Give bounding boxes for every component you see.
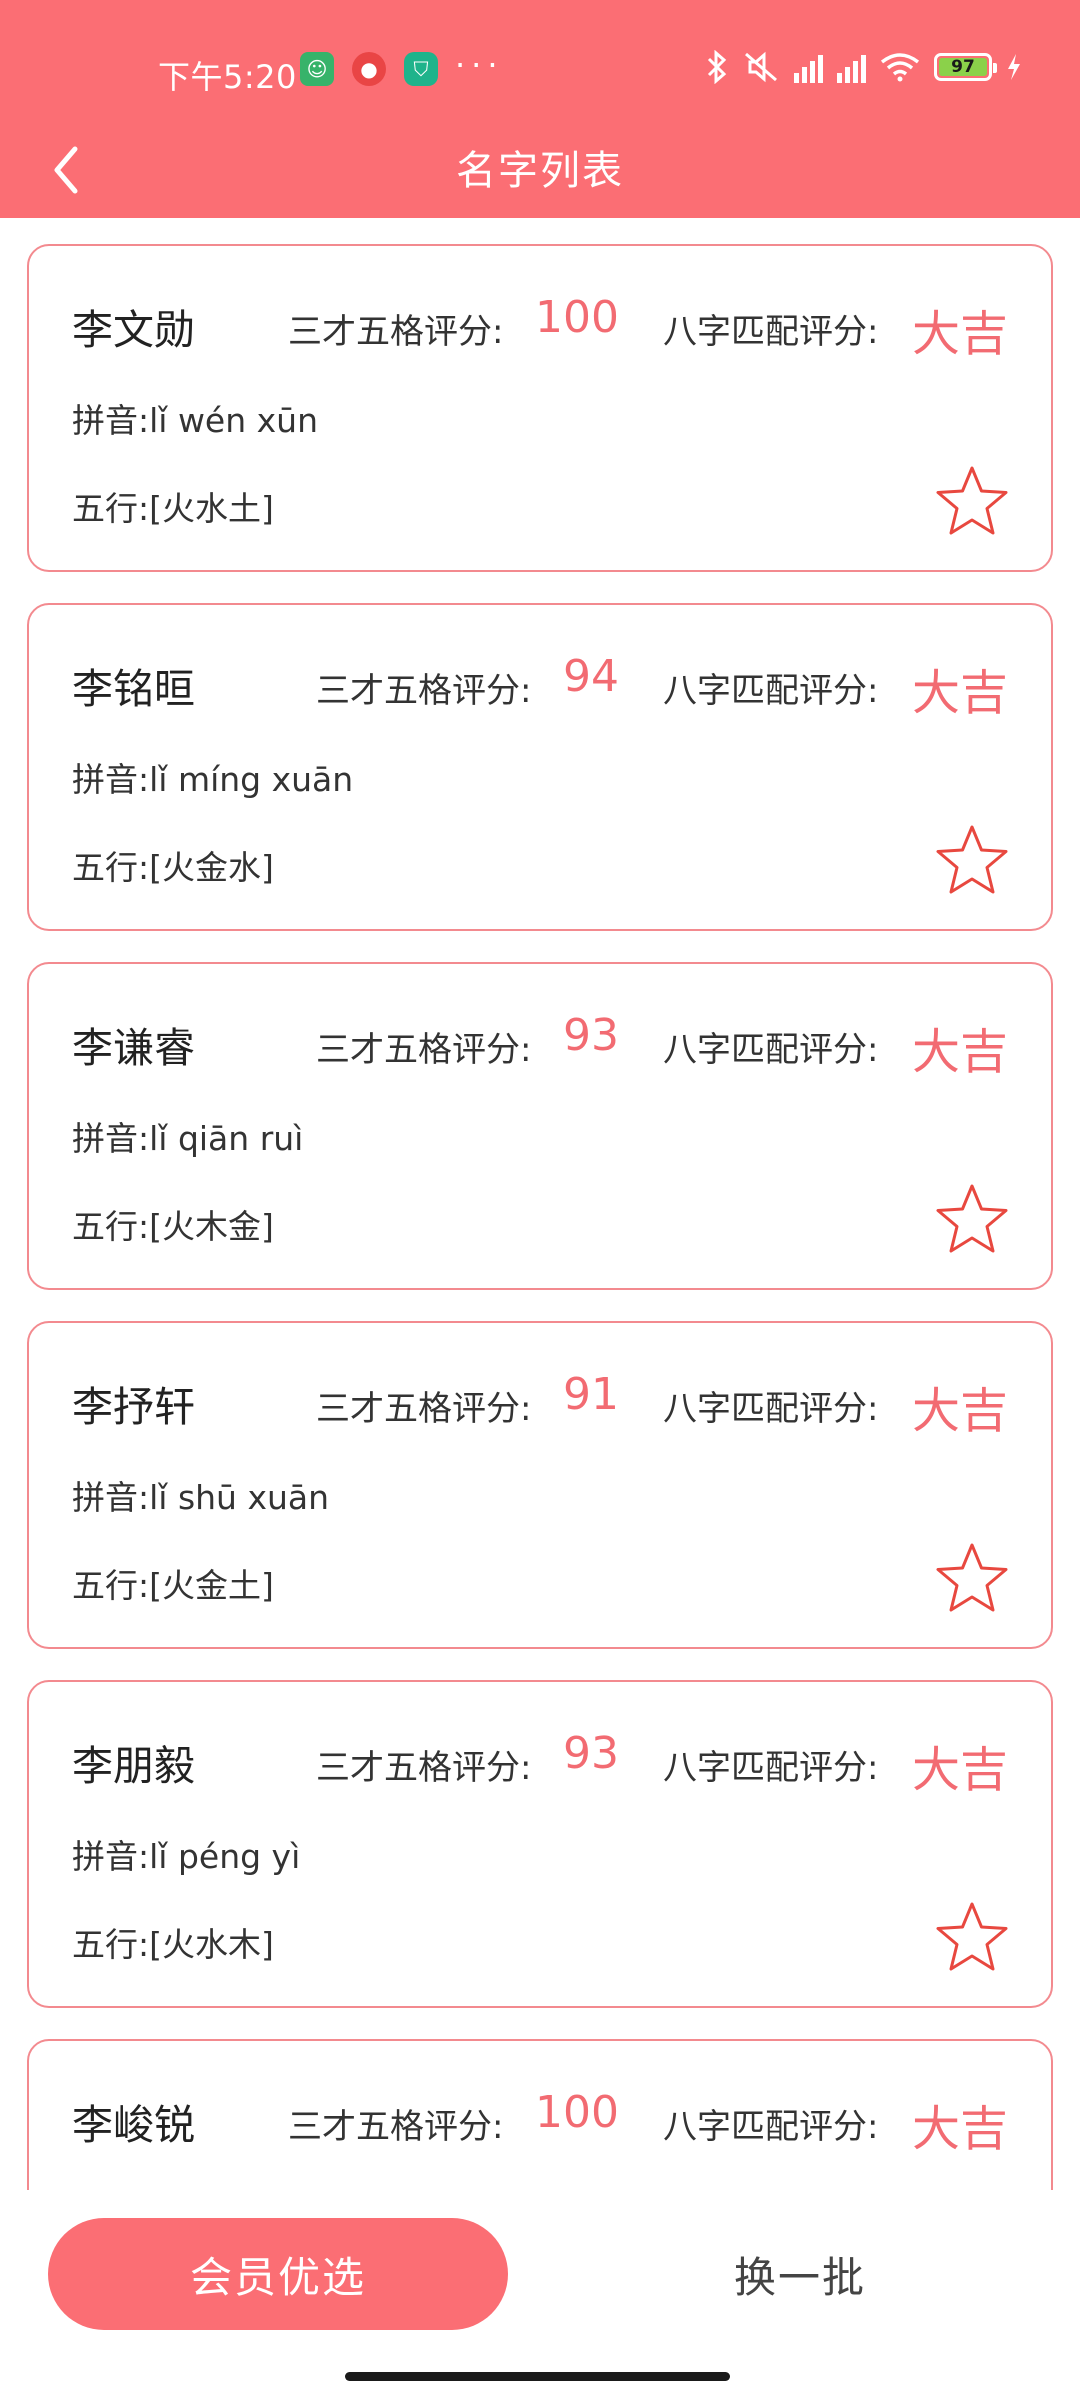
sancai-label: 三才五格评分: (316, 1389, 532, 1429)
bazi-value: 大吉 (912, 665, 1009, 721)
page-title: 名字列表 (456, 148, 624, 194)
name-card[interactable]: 李谦睿 三才五格评分: 93 八字匹配评分: 大吉 拼音:lǐ qiān ruì… (27, 962, 1053, 1290)
signal-icon-1 (794, 51, 823, 83)
sancai-label: 三才五格评分: (316, 1030, 532, 1070)
home-indicator[interactable] (345, 2372, 730, 2381)
sancai-label: 三才五格评分: (316, 1748, 532, 1788)
bazi-value: 大吉 (912, 1024, 1009, 1080)
messaging-app-icon: ☺ (300, 52, 334, 86)
wuxing-text: 五行:[火水土] (72, 489, 274, 528)
bazi-label: 八字匹配评分: (663, 671, 879, 711)
name-card[interactable]: 李朋毅 三才五格评分: 93 八字匹配评分: 大吉 拼音:lǐ péng yì … (27, 1680, 1053, 2008)
top-bar: 下午5:20 ☺ ● ⛉ ··· 97 名字列表 (0, 0, 1080, 218)
favorite-star-icon[interactable] (934, 464, 1010, 538)
bazi-label: 八字匹配评分: (663, 1389, 879, 1429)
bazi-label: 八字匹配评分: (663, 2107, 879, 2147)
security-app-icon: ⛉ (404, 52, 438, 86)
more-notifications-icon: ··· (455, 46, 504, 84)
mute-icon (745, 51, 777, 83)
status-time: 下午5:20 (158, 58, 297, 96)
signal-icon-2 (837, 51, 866, 83)
favorite-star-icon[interactable] (934, 1541, 1010, 1615)
name-text: 李铭晅 (72, 665, 195, 713)
vip-picks-button[interactable]: 会员优选 (48, 2218, 508, 2330)
name-text: 李文勋 (72, 306, 195, 354)
name-text: 李峻锐 (72, 2101, 195, 2149)
pinyin-text: 拼音:lǐ wén xūn (72, 401, 319, 440)
name-list[interactable]: 李文勋 三才五格评分: 100 八字匹配评分: 大吉 拼音:lǐ wén xūn… (0, 218, 1080, 2190)
bazi-label: 八字匹配评分: (663, 1748, 879, 1788)
pinyin-text: 拼音:lǐ míng xuān (72, 760, 354, 799)
name-card[interactable]: 李铭晅 三才五格评分: 94 八字匹配评分: 大吉 拼音:lǐ míng xuā… (27, 603, 1053, 931)
bazi-value: 大吉 (912, 1383, 1009, 1439)
pinyin-text: 拼音:lǐ qiān ruì (72, 1119, 304, 1158)
bazi-value: 大吉 (912, 1742, 1009, 1798)
wifi-icon (880, 53, 920, 82)
sancai-score: 93 (563, 1728, 619, 1779)
notification-icons: ☺ ● ⛉ (300, 52, 438, 86)
favorite-star-icon[interactable] (934, 1900, 1010, 1974)
refresh-batch-button[interactable]: 换一批 (640, 2218, 960, 2330)
bluetooth-icon (707, 50, 727, 84)
sancai-label: 三才五格评分: (316, 671, 532, 711)
battery-icon: 97 (934, 53, 997, 81)
sancai-score: 94 (563, 651, 619, 702)
bazi-value: 大吉 (912, 2101, 1009, 2157)
battery-level: 97 (951, 57, 975, 77)
charging-icon (1008, 54, 1020, 80)
system-status-icons: 97 (706, 50, 1022, 84)
app-header: 名字列表 (0, 130, 1080, 218)
sancai-score: 93 (563, 1010, 619, 1061)
sancai-score: 91 (563, 1369, 619, 1420)
sancai-score: 100 (535, 2087, 619, 2138)
wuxing-text: 五行:[火水木] (72, 1925, 274, 1964)
name-text: 李抒轩 (72, 1383, 195, 1431)
sancai-score: 100 (535, 292, 619, 343)
name-text: 李谦睿 (72, 1024, 195, 1072)
bottom-action-bar: 会员优选 换一批 (0, 2190, 1080, 2400)
wuxing-text: 五行:[火金土] (72, 1566, 274, 1605)
sancai-label: 三才五格评分: (288, 2107, 504, 2147)
sancai-label: 三才五格评分: (288, 312, 504, 352)
bazi-label: 八字匹配评分: (663, 1030, 879, 1070)
favorite-star-icon[interactable] (934, 823, 1010, 897)
bazi-value: 大吉 (912, 306, 1009, 362)
screen: 下午5:20 ☺ ● ⛉ ··· 97 名字列表 李文勋 三才五格评分: 100… (0, 0, 1080, 2400)
name-card[interactable]: 李文勋 三才五格评分: 100 八字匹配评分: 大吉 拼音:lǐ wén xūn… (27, 244, 1053, 572)
favorite-star-icon[interactable] (934, 1182, 1010, 1256)
shopping-app-icon: ● (352, 52, 386, 86)
status-bar: 下午5:20 ☺ ● ⛉ ··· 97 (0, 0, 1080, 140)
wuxing-text: 五行:[火木金] (72, 1207, 274, 1246)
name-card[interactable]: 李峻锐 三才五格评分: 100 八字匹配评分: 大吉 (27, 2039, 1053, 2190)
pinyin-text: 拼音:lǐ péng yì (72, 1837, 301, 1876)
pinyin-text: 拼音:lǐ shū xuān (72, 1478, 330, 1517)
name-card[interactable]: 李抒轩 三才五格评分: 91 八字匹配评分: 大吉 拼音:lǐ shū xuān… (27, 1321, 1053, 1649)
bazi-label: 八字匹配评分: (663, 312, 879, 352)
name-text: 李朋毅 (72, 1742, 195, 1790)
wuxing-text: 五行:[火金水] (72, 848, 274, 887)
